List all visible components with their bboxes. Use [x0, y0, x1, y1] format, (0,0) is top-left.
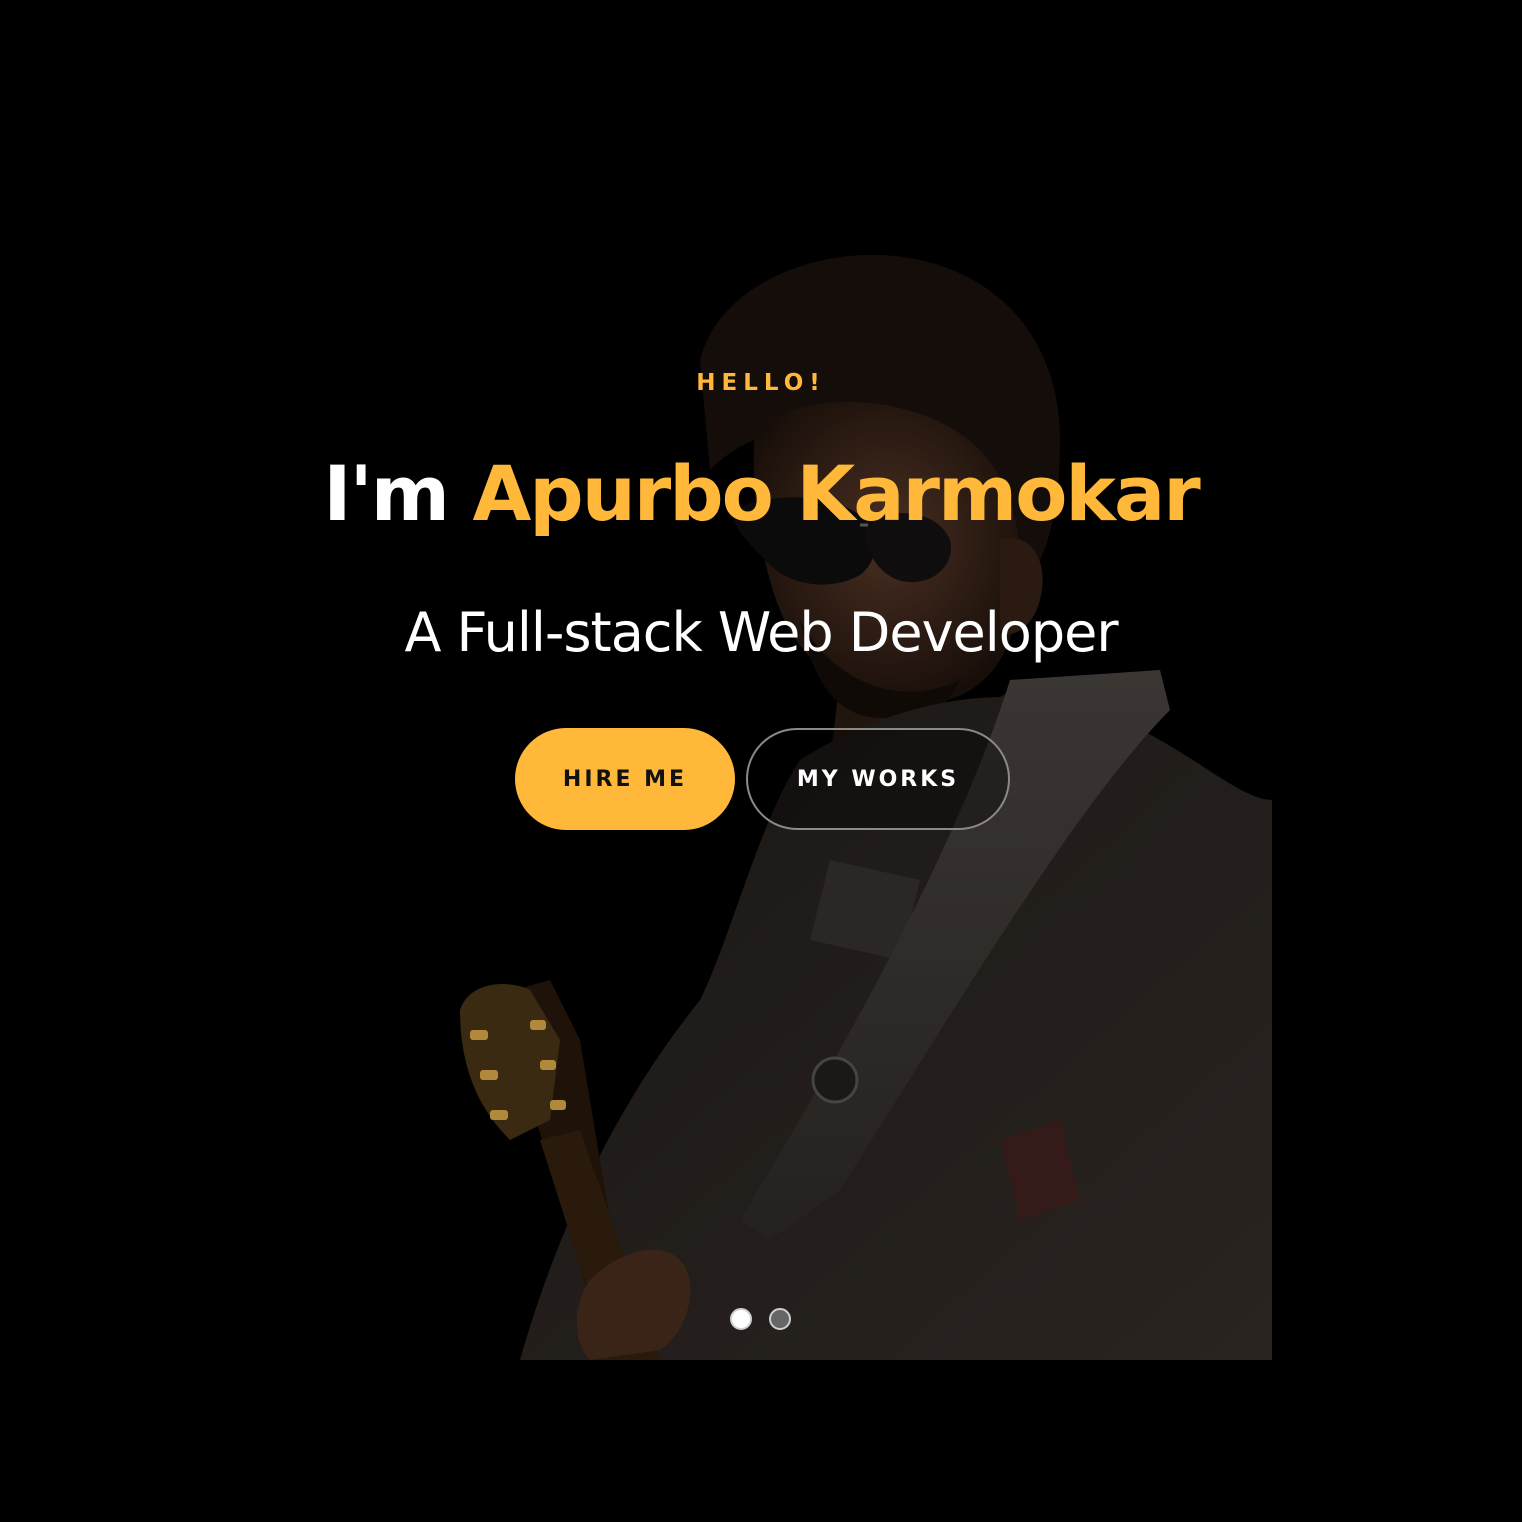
slider-dot-1-active[interactable]: [730, 1308, 752, 1330]
hero-section: HELLO! I'm Apurbo Karmokar A Full-stack …: [0, 0, 1522, 1522]
headline-prefix: I'm: [323, 449, 450, 538]
hero-content: HELLO! I'm Apurbo Karmokar A Full-stack …: [0, 0, 1522, 1522]
hire-me-button[interactable]: HIRE ME: [515, 728, 735, 830]
slider-dots: [728, 1308, 798, 1336]
hero-subtitle: A Full-stack Web Developer: [404, 601, 1118, 664]
my-works-button[interactable]: MY WORKS: [746, 728, 1010, 830]
slider-dot-2[interactable]: [769, 1308, 791, 1330]
hire-me-label: HIRE ME: [562, 766, 688, 792]
hero-greeting: HELLO!: [696, 370, 826, 396]
headline-name: Apurbo Karmokar: [472, 449, 1200, 538]
hero-headline: I'm Apurbo Karmokar: [0, 446, 1522, 542]
my-works-label: MY WORKS: [796, 766, 960, 792]
